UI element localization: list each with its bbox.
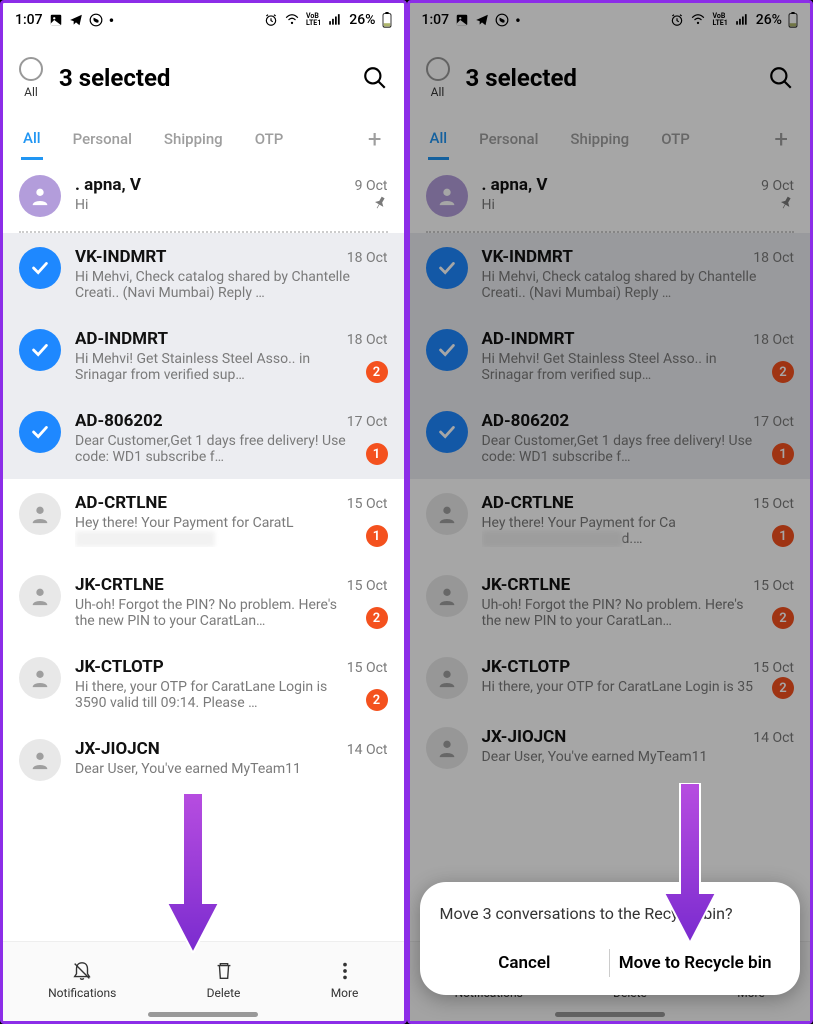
conversation-preview: Hi Mehvi! Get Stainless Steel Asso.. in … bbox=[75, 351, 358, 383]
bottom-action-bar: Notifications Delete More bbox=[3, 941, 404, 1021]
status-battery-pct: 26% bbox=[349, 12, 375, 28]
more-button[interactable]: More bbox=[331, 960, 359, 1000]
unread-badge: 2 bbox=[366, 689, 388, 711]
trash-icon bbox=[213, 960, 235, 982]
conversation-row[interactable]: AD-CRTLNE 15 Oct Hey there! Your Payment f… bbox=[3, 479, 404, 561]
wifi-icon bbox=[284, 13, 300, 27]
conversation-body: JX-JIOJCN 14 Oct Dear User, You've earned … bbox=[75, 739, 388, 781]
conversation-body: . apna, V 9 Oct Hi bbox=[75, 175, 388, 217]
tab-all[interactable]: All bbox=[21, 119, 43, 160]
conversation-preview: Dear Customer,Get 1 days free delivery! … bbox=[75, 433, 358, 465]
move-to-recycle-bin-button[interactable]: Move to Recycle bin bbox=[610, 943, 780, 983]
conversation-preview: Hi bbox=[75, 197, 364, 213]
tab-shipping[interactable]: Shipping bbox=[162, 120, 225, 158]
telegram-icon bbox=[69, 13, 83, 27]
selected-check-icon[interactable] bbox=[19, 411, 61, 453]
conversation-sender: JX-JIOJCN bbox=[75, 739, 160, 759]
unread-badge: 1 bbox=[366, 525, 388, 547]
selection-header: All 3 selected bbox=[3, 37, 404, 117]
avatar[interactable] bbox=[19, 493, 61, 535]
avatar[interactable] bbox=[19, 739, 61, 781]
whatsapp-icon bbox=[89, 13, 103, 27]
conversation-body: AD-CRTLNE 15 Oct Hey there! Your Payment f… bbox=[75, 493, 388, 547]
conversation-body: AD-806202 17 Oct Dear Customer,Get 1 days … bbox=[75, 411, 388, 465]
notifications-button[interactable]: Notifications bbox=[48, 960, 116, 1000]
delete-button[interactable]: Delete bbox=[207, 960, 241, 1000]
conversation-body: AD-INDMRT 18 Oct Hi Mehvi! Get Stainless S… bbox=[75, 329, 388, 383]
avatar[interactable] bbox=[19, 175, 61, 217]
conversation-date: 18 Oct bbox=[347, 250, 388, 266]
conversation-sender: JK-CTLOTP bbox=[75, 657, 164, 677]
conversation-date: 15 Oct bbox=[347, 496, 388, 512]
status-dot: • bbox=[109, 11, 115, 30]
conversation-date: 15 Oct bbox=[347, 578, 388, 594]
conversation-date: 14 Oct bbox=[347, 742, 388, 758]
avatar[interactable] bbox=[19, 575, 61, 617]
conversation-sender: AD-INDMRT bbox=[75, 329, 168, 349]
avatar[interactable] bbox=[19, 657, 61, 699]
more-vertical-icon bbox=[334, 960, 356, 982]
conversation-row[interactable]: JK-CTLOTP 15 Oct Hi there, your OTP for Ca… bbox=[3, 643, 404, 725]
conversation-preview: Uh-oh! Forgot the PIN? No problem. Here'… bbox=[75, 597, 358, 629]
search-icon[interactable] bbox=[362, 65, 388, 91]
selected-check-icon[interactable] bbox=[19, 329, 61, 371]
status-time: 1:07 bbox=[15, 12, 43, 28]
select-all-label: All bbox=[24, 85, 38, 99]
conversation-preview: Dear User, You've earned MyTeam11 bbox=[75, 761, 388, 777]
selected-check-icon[interactable] bbox=[19, 247, 61, 289]
redacted-text: xxxxxxxxxxxxxxxx bbox=[75, 531, 215, 547]
add-tab-button[interactable]: + bbox=[364, 125, 386, 153]
conversation-row[interactable]: . apna, V 9 Oct Hi bbox=[3, 161, 404, 231]
conversation-date: 18 Oct bbox=[347, 332, 388, 348]
conversation-preview: Hi Mehvi, Check catalog shared by Chante… bbox=[75, 269, 388, 301]
confirm-dialog: Move 3 conversations to the Recycle bin?… bbox=[420, 882, 801, 995]
conversation-row[interactable]: AD-806202 17 Oct Dear Customer,Get 1 days … bbox=[3, 397, 404, 479]
tab-otp[interactable]: OTP bbox=[253, 120, 286, 158]
conversation-body: VK-INDMRT 18 Oct Hi Mehvi, Check catalog s… bbox=[75, 247, 388, 301]
delete-label: Delete bbox=[207, 986, 241, 1000]
conversation-preview: Hey there! Your Payment for CaratLxxxxxx… bbox=[75, 515, 358, 547]
conversation-sender: AD-806202 bbox=[75, 411, 163, 431]
select-all-checkbox[interactable]: All bbox=[19, 57, 43, 99]
nav-handle[interactable] bbox=[148, 1012, 258, 1017]
pin-icon bbox=[372, 195, 388, 215]
conversation-body: JK-CRTLNE 15 Oct Uh-oh! Forgot the PIN? No… bbox=[75, 575, 388, 629]
bell-off-icon bbox=[71, 960, 93, 982]
conversation-sender: AD-CRTLNE bbox=[75, 493, 167, 513]
unread-badge: 2 bbox=[366, 607, 388, 629]
conversation-date: 15 Oct bbox=[347, 660, 388, 676]
volte-icon: VoBLTE1 bbox=[306, 13, 321, 27]
signal-icon bbox=[327, 13, 343, 27]
conversation-row[interactable]: AD-INDMRT 18 Oct Hi Mehvi! Get Stainless S… bbox=[3, 315, 404, 397]
tab-personal[interactable]: Personal bbox=[71, 120, 134, 158]
unread-badge: 2 bbox=[366, 361, 388, 383]
more-label: More bbox=[331, 986, 359, 1000]
notifications-label: Notifications bbox=[48, 986, 116, 1000]
conversation-sender: . apna, V bbox=[75, 175, 141, 195]
status-bar: 1:07 • VoBLTE1 26% bbox=[3, 3, 404, 37]
conversation-row[interactable]: JX-JIOJCN 14 Oct Dear User, You've earned … bbox=[3, 725, 404, 795]
selection-title: 3 selected bbox=[59, 64, 362, 92]
conversation-preview: Hi there, your OTP for CaratLane Login i… bbox=[75, 679, 358, 711]
conversation-row[interactable]: VK-INDMRT 18 Oct Hi Mehvi, Check catalog s… bbox=[3, 233, 404, 315]
conversation-sender: JK-CRTLNE bbox=[75, 575, 164, 595]
cancel-button[interactable]: Cancel bbox=[440, 943, 610, 983]
conversation-date: 9 Oct bbox=[355, 178, 388, 194]
alarm-icon bbox=[264, 13, 278, 27]
unread-badge: 1 bbox=[366, 443, 388, 465]
battery-icon bbox=[382, 12, 392, 28]
dialog-message: Move 3 conversations to the Recycle bin? bbox=[440, 904, 781, 923]
conversation-sender: VK-INDMRT bbox=[75, 247, 166, 267]
conversation-list: . apna, V 9 Oct Hi VK-INDMRT 18 Oct Hi Mehvi,… bbox=[3, 161, 404, 941]
conversation-row[interactable]: JK-CRTLNE 15 Oct Uh-oh! Forgot the PIN? No… bbox=[3, 561, 404, 643]
modal-scrim[interactable] bbox=[410, 3, 811, 1021]
category-tabs: All Personal Shipping OTP + bbox=[3, 117, 404, 161]
gallery-icon bbox=[49, 13, 63, 27]
conversation-date: 17 Oct bbox=[347, 414, 388, 430]
conversation-body: JK-CTLOTP 15 Oct Hi there, your OTP for Ca… bbox=[75, 657, 388, 711]
